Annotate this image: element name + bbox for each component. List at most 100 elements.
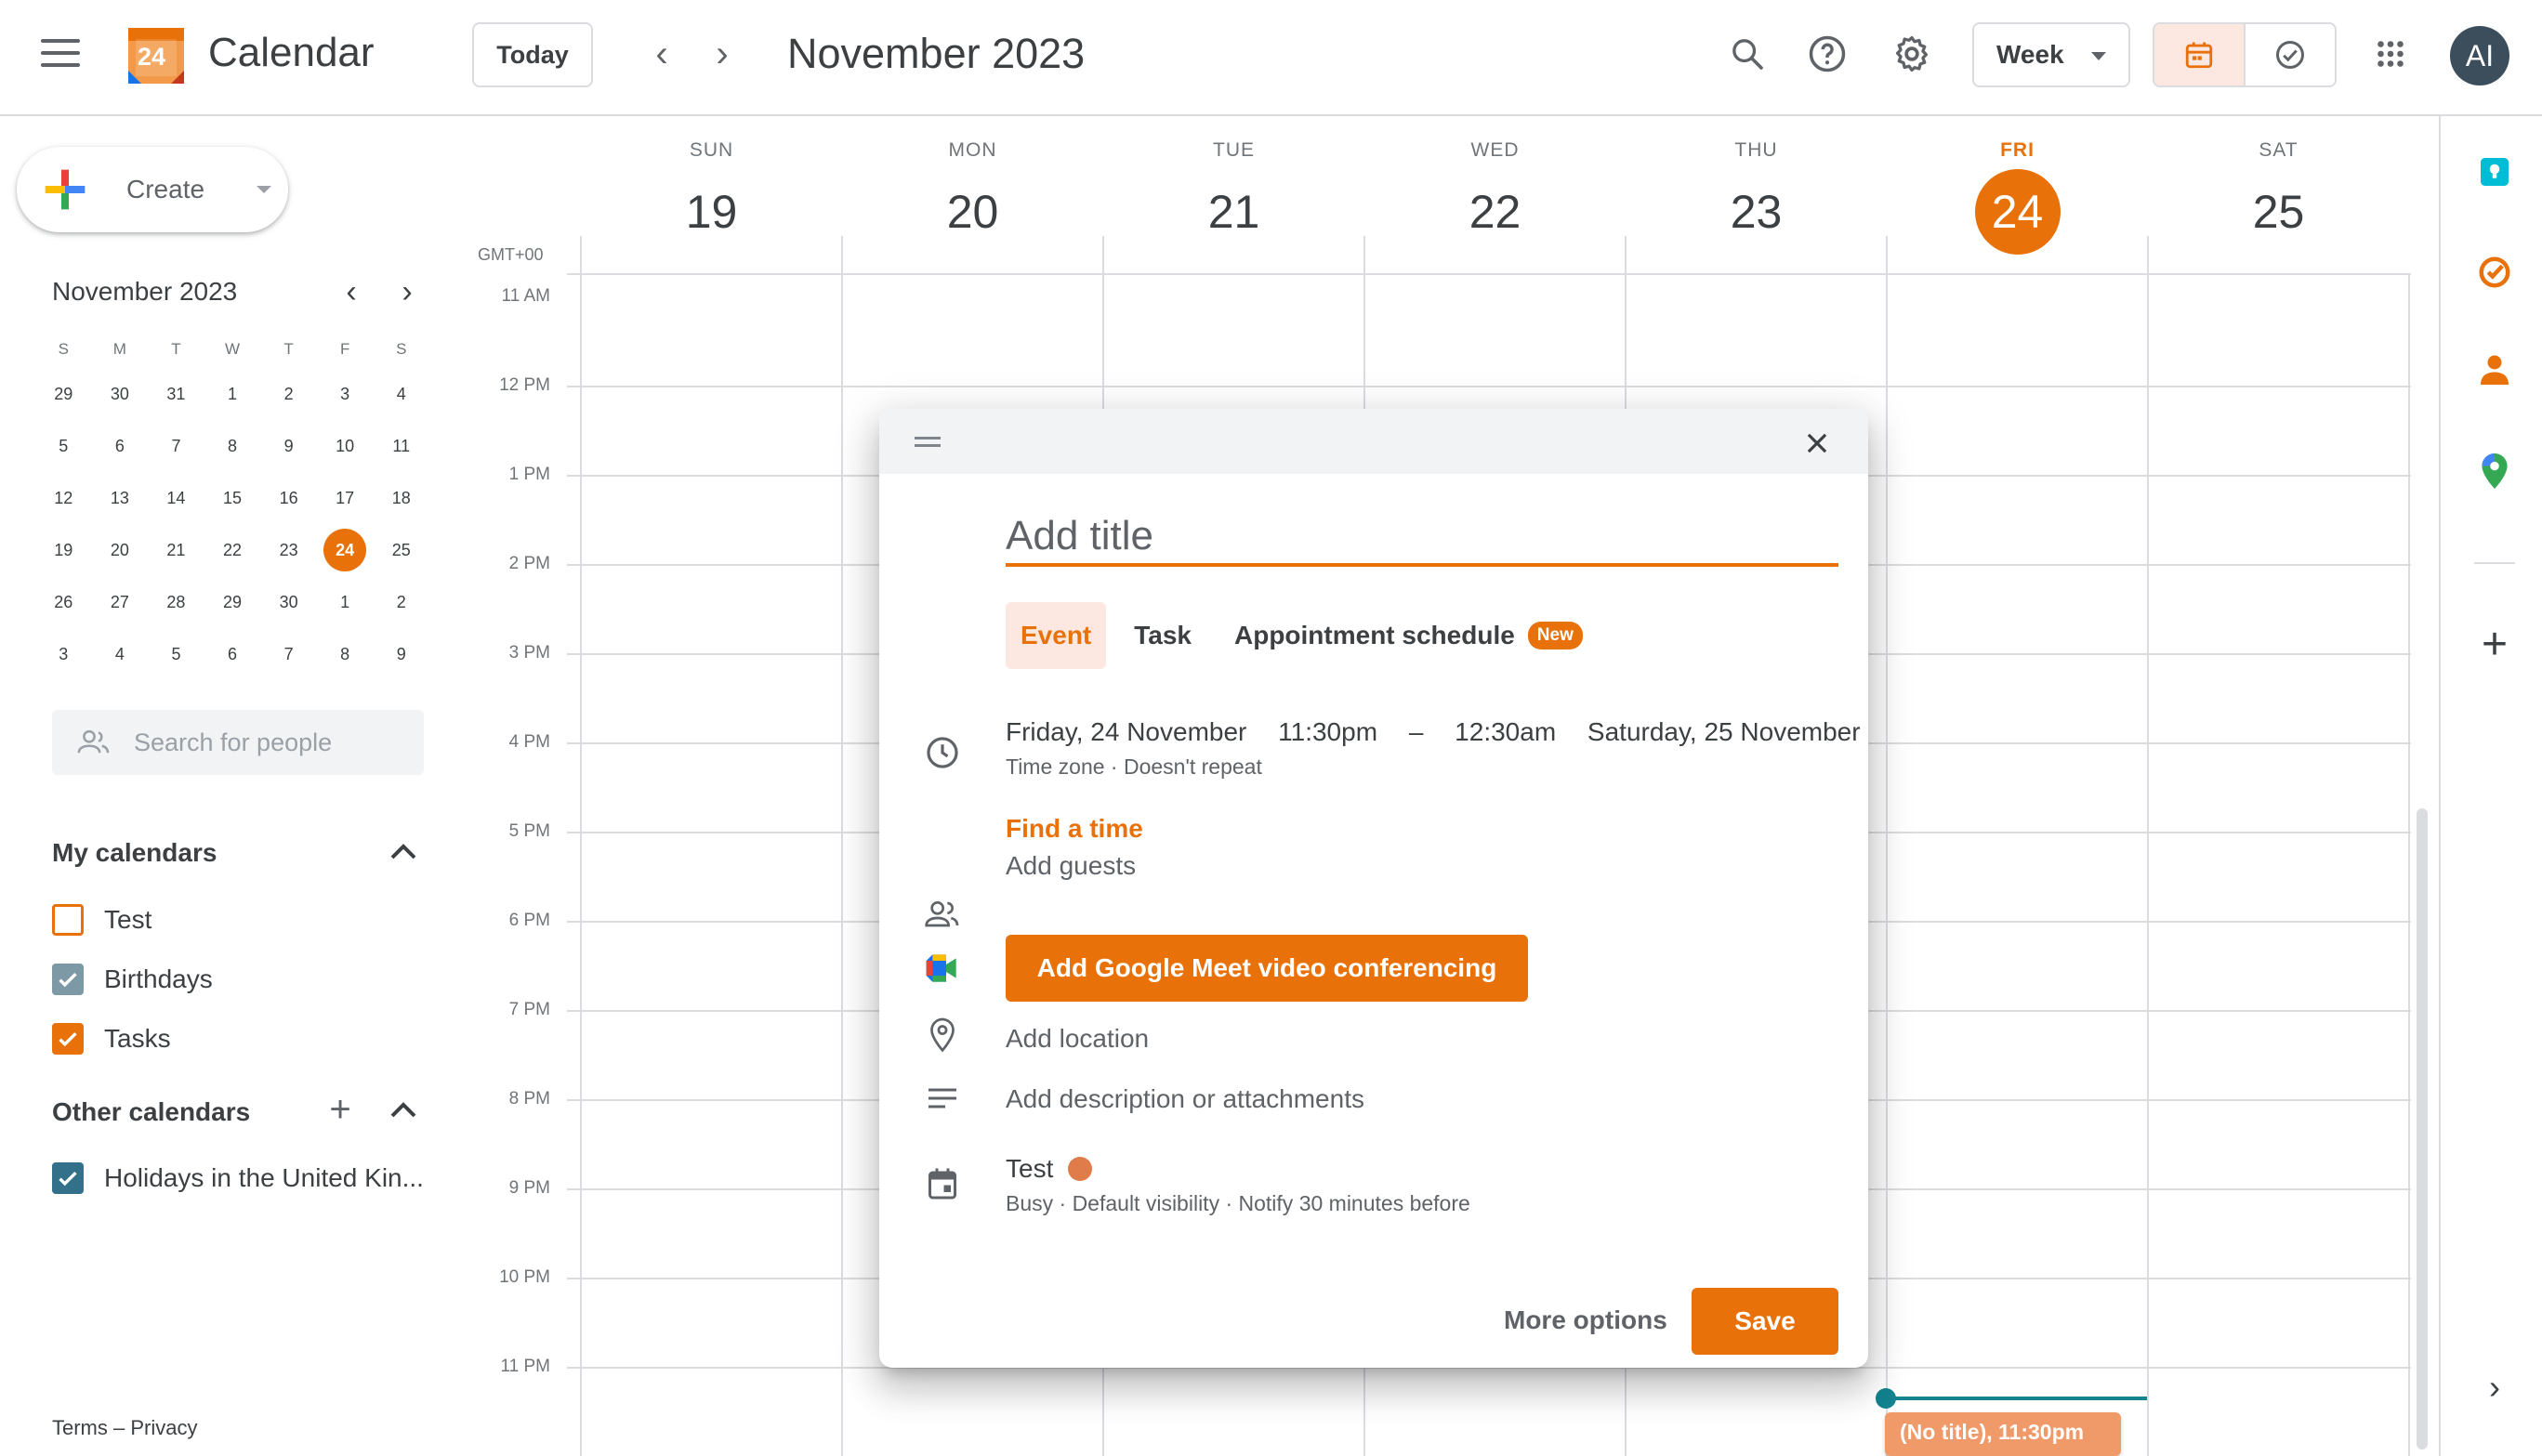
mini-calendar-day[interactable]: 8 bbox=[204, 420, 261, 472]
mini-calendar-day[interactable]: 1 bbox=[317, 576, 374, 628]
calendar-list-item[interactable]: Birthdays bbox=[52, 961, 213, 998]
more-options-button[interactable]: More options bbox=[1483, 1288, 1688, 1353]
day-column-header[interactable]: SAT 25 bbox=[2148, 139, 2409, 255]
mini-calendar-day[interactable]: 31 bbox=[148, 368, 204, 420]
mini-calendar-day[interactable]: 12 bbox=[35, 472, 92, 524]
event-datetime[interactable]: Friday, 24 November 11:30pm – 12:30am Sa… bbox=[1006, 717, 1868, 747]
day-column-header[interactable]: THU 23 bbox=[1626, 139, 1887, 255]
search-people-input[interactable]: Search for people bbox=[52, 710, 424, 775]
collapse-chevron-up-icon[interactable] bbox=[385, 833, 422, 870]
save-button[interactable]: Save bbox=[1692, 1288, 1838, 1355]
day-column-header[interactable]: FRI 24 bbox=[1887, 139, 2148, 255]
mini-calendar-day[interactable]: 9 bbox=[260, 420, 317, 472]
mini-calendar-day[interactable]: 20 bbox=[92, 524, 149, 576]
mini-calendar-day[interactable]: 16 bbox=[260, 472, 317, 524]
mini-calendar-day[interactable]: 13 bbox=[92, 472, 149, 524]
mini-calendar-day[interactable]: 15 bbox=[204, 472, 261, 524]
drag-handle-icon[interactable] bbox=[915, 437, 941, 452]
get-addons-plus-icon[interactable]: + bbox=[2476, 620, 2513, 669]
calendar-list-item[interactable]: Tasks bbox=[52, 1020, 171, 1057]
contacts-person-icon[interactable] bbox=[2476, 352, 2513, 389]
mini-calendar-day[interactable]: 4 bbox=[92, 628, 149, 680]
tab-task[interactable]: Task bbox=[1119, 602, 1206, 669]
day-number[interactable]: 19 bbox=[581, 169, 842, 255]
mini-calendar-day[interactable]: 3 bbox=[35, 628, 92, 680]
mini-calendar-day[interactable]: 18 bbox=[373, 472, 429, 524]
mini-calendar-day[interactable]: 5 bbox=[35, 420, 92, 472]
mini-calendar-day[interactable]: 22 bbox=[204, 524, 261, 576]
mini-calendar-day[interactable]: 5 bbox=[148, 628, 204, 680]
checkbox-checked-icon[interactable] bbox=[52, 1023, 84, 1055]
view-selector[interactable]: Week bbox=[1972, 22, 2130, 87]
main-menu-icon[interactable] bbox=[41, 39, 80, 72]
mini-calendar-day[interactable]: 19 bbox=[35, 524, 92, 576]
mini-calendar-day[interactable]: 6 bbox=[204, 628, 261, 680]
mini-calendar-day[interactable]: 2 bbox=[373, 576, 429, 628]
calendar-view-icon[interactable] bbox=[2154, 24, 2246, 85]
mini-calendar-day[interactable]: 25 bbox=[373, 524, 429, 576]
add-other-calendar-plus-icon[interactable]: + bbox=[322, 1089, 359, 1130]
add-location-field[interactable]: Add location bbox=[1006, 1024, 1149, 1054]
add-google-meet-button[interactable]: Add Google Meet video conferencing bbox=[1006, 935, 1528, 1002]
mini-calendar-next-icon[interactable]: › bbox=[389, 273, 426, 310]
add-guests-field[interactable]: Add guests bbox=[1006, 851, 1136, 881]
maps-pin-icon[interactable] bbox=[2476, 453, 2513, 490]
account-avatar[interactable]: AI bbox=[2450, 26, 2509, 85]
day-number[interactable]: 23 bbox=[1626, 169, 1887, 255]
event-title-input[interactable] bbox=[1006, 509, 1838, 567]
day-number[interactable]: 22 bbox=[1364, 169, 1626, 255]
event-calendar-details[interactable]: Busy · Default visibility · Notify 30 mi… bbox=[1006, 1191, 1470, 1216]
day-column-header[interactable]: MON 20 bbox=[842, 139, 1103, 255]
calendar-list-item[interactable]: Holidays in the United Kin... bbox=[52, 1160, 424, 1197]
day-number[interactable]: 20 bbox=[842, 169, 1103, 255]
day-column-header[interactable]: TUE 21 bbox=[1103, 139, 1364, 255]
mini-calendar-day[interactable]: 8 bbox=[317, 628, 374, 680]
find-a-time-link[interactable]: Find a time bbox=[1006, 814, 1143, 844]
end-date[interactable]: Saturday, 25 November bbox=[1587, 717, 1861, 746]
mini-calendar-day[interactable]: 29 bbox=[204, 576, 261, 628]
mini-calendar-day[interactable]: 10 bbox=[317, 420, 374, 472]
checkbox-checked-icon[interactable] bbox=[52, 1162, 84, 1194]
my-calendars-title[interactable]: My calendars bbox=[52, 838, 217, 868]
day-number[interactable]: 21 bbox=[1103, 169, 1364, 255]
dialog-drag-bar[interactable] bbox=[879, 409, 1868, 474]
mini-calendar-day[interactable]: 14 bbox=[148, 472, 204, 524]
mini-calendar-day[interactable]: 9 bbox=[373, 628, 429, 680]
mini-calendar-day[interactable]: 2 bbox=[260, 368, 317, 420]
mini-calendar-day[interactable]: 27 bbox=[92, 576, 149, 628]
grid-scrollbar[interactable] bbox=[2417, 808, 2428, 1449]
mini-calendar-day[interactable]: 7 bbox=[148, 420, 204, 472]
checkbox-unchecked-icon[interactable] bbox=[52, 904, 84, 936]
start-date[interactable]: Friday, 24 November bbox=[1006, 717, 1246, 746]
terms-privacy-links[interactable]: Terms – Privacy bbox=[52, 1416, 197, 1440]
end-time[interactable]: 12:30am bbox=[1455, 717, 1556, 746]
collapse-chevron-up-icon[interactable] bbox=[385, 1091, 422, 1128]
close-icon[interactable] bbox=[1801, 427, 1833, 459]
mini-calendar-day[interactable]: 11 bbox=[373, 420, 429, 472]
mini-calendar-day[interactable]: 23 bbox=[260, 524, 317, 576]
mini-calendar-day[interactable]: 17 bbox=[317, 472, 374, 524]
day-number[interactable]: 24 bbox=[1887, 169, 2148, 255]
mini-calendar-day[interactable]: 24 bbox=[317, 524, 374, 576]
create-dropdown-caret-icon[interactable] bbox=[257, 186, 271, 193]
today-button[interactable]: Today bbox=[472, 22, 593, 87]
apps-grid-icon[interactable] bbox=[2364, 28, 2417, 80]
event-calendar-selector[interactable]: Test bbox=[1006, 1154, 1093, 1184]
help-icon[interactable] bbox=[1801, 28, 1853, 80]
settings-gear-icon[interactable] bbox=[1886, 28, 1938, 80]
keep-notes-icon[interactable] bbox=[2476, 153, 2513, 190]
next-week-icon[interactable]: › bbox=[702, 33, 743, 74]
checkbox-checked-icon[interactable] bbox=[52, 964, 84, 995]
mini-calendar-day[interactable]: 21 bbox=[148, 524, 204, 576]
mini-calendar-day[interactable]: 6 bbox=[92, 420, 149, 472]
other-calendars-title[interactable]: Other calendars bbox=[52, 1097, 250, 1127]
expand-panel-chevron-icon[interactable]: › bbox=[2476, 1368, 2513, 1406]
mini-calendar-day[interactable]: 30 bbox=[92, 368, 149, 420]
timezone-repeat-info[interactable]: Time zone · Doesn't repeat bbox=[1006, 754, 1262, 780]
day-number[interactable]: 25 bbox=[2148, 169, 2409, 255]
draft-event-chip[interactable]: (No title), 11:30pm bbox=[1885, 1412, 2121, 1456]
day-column-header[interactable]: SUN 19 bbox=[581, 139, 842, 255]
mini-calendar-day[interactable]: 7 bbox=[260, 628, 317, 680]
mini-calendar-day[interactable]: 4 bbox=[373, 368, 429, 420]
tasks-view-icon[interactable] bbox=[2246, 24, 2335, 85]
